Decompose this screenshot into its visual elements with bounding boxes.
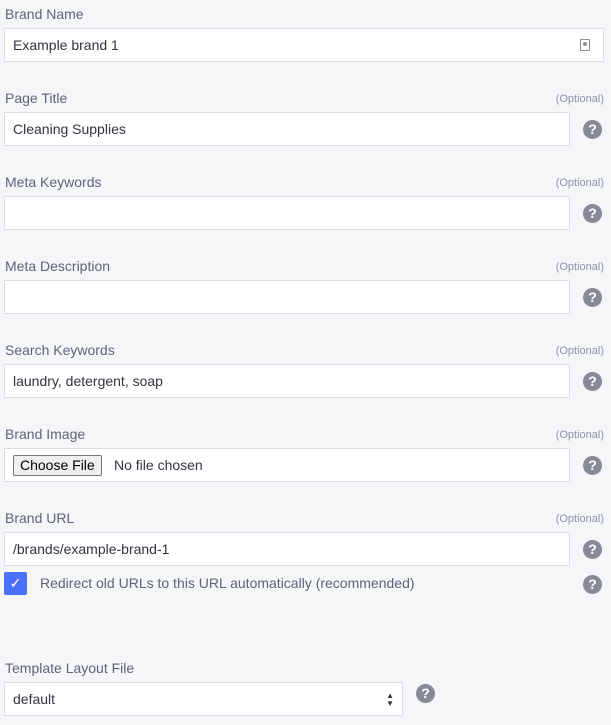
- help-icon[interactable]: ?: [583, 575, 602, 594]
- optional-label: (Optional): [555, 513, 604, 525]
- brand-name-value: Example brand 1: [13, 37, 119, 53]
- page-title-value: Cleaning Supplies: [13, 121, 126, 137]
- brand-image-input: Choose File No file chosen: [4, 448, 570, 482]
- brand-name-label: Brand Name: [5, 6, 84, 22]
- help-icon[interactable]: ?: [583, 120, 602, 139]
- meta-description-field: Meta Description (Optional) ?: [4, 258, 604, 314]
- optional-label: (Optional): [555, 93, 604, 105]
- help-icon[interactable]: ?: [583, 288, 602, 307]
- template-layout-label: Template Layout File: [5, 660, 135, 676]
- optional-label: (Optional): [555, 177, 604, 189]
- template-layout-select[interactable]: default ▲ ▼: [4, 682, 403, 716]
- optional-label: (Optional): [555, 429, 604, 441]
- page-title-input[interactable]: Cleaning Supplies: [4, 112, 570, 146]
- help-icon[interactable]: ?: [583, 456, 602, 475]
- brand-name-input[interactable]: Example brand 1: [4, 28, 604, 62]
- template-layout-value: default: [13, 691, 56, 707]
- meta-keywords-label: Meta Keywords: [5, 174, 102, 190]
- meta-keywords-input[interactable]: [4, 196, 570, 230]
- brand-url-label: Brand URL: [5, 510, 75, 526]
- template-layout-field: Template Layout File default ▲ ▼ ?: [4, 660, 604, 716]
- search-keywords-field: Search Keywords (Optional) laundry, dete…: [4, 342, 604, 398]
- choose-file-button[interactable]: Choose File: [13, 455, 102, 476]
- search-keywords-value: laundry, detergent, soap: [13, 373, 163, 389]
- help-icon[interactable]: ?: [583, 540, 602, 559]
- page-title-field: Page Title (Optional) Cleaning Supplies …: [4, 90, 604, 146]
- brand-url-field: Brand URL (Optional) /brands/example-bra…: [4, 510, 604, 566]
- meta-description-label: Meta Description: [5, 258, 111, 274]
- meta-description-input[interactable]: [4, 280, 570, 314]
- help-icon[interactable]: ?: [583, 372, 602, 391]
- redirect-label[interactable]: Redirect old URLs to this URL automatica…: [40, 575, 415, 591]
- redirect-checkbox[interactable]: ✓: [4, 572, 27, 595]
- page-title-label: Page Title: [5, 90, 68, 106]
- redirect-option: ✓ Redirect old URLs to this URL automati…: [4, 572, 604, 596]
- optional-label: (Optional): [555, 345, 604, 357]
- brand-url-value: /brands/example-brand-1: [13, 541, 170, 557]
- select-arrows-icon: ▲ ▼: [386, 691, 394, 708]
- help-icon[interactable]: ?: [416, 684, 435, 703]
- meta-keywords-field: Meta Keywords (Optional) ?: [4, 174, 604, 230]
- optional-label: (Optional): [555, 261, 604, 273]
- help-icon[interactable]: ?: [583, 204, 602, 223]
- brand-url-input[interactable]: /brands/example-brand-1: [4, 532, 570, 566]
- brand-image-field: Brand Image (Optional) Choose File No fi…: [4, 426, 604, 482]
- brand-image-label: Brand Image: [5, 426, 86, 442]
- contact-card-icon[interactable]: [580, 39, 590, 51]
- search-keywords-label: Search Keywords: [5, 342, 115, 358]
- file-status: No file chosen: [114, 457, 203, 473]
- brand-name-field: Brand Name Example brand 1: [4, 6, 604, 62]
- search-keywords-input[interactable]: laundry, detergent, soap: [4, 364, 570, 398]
